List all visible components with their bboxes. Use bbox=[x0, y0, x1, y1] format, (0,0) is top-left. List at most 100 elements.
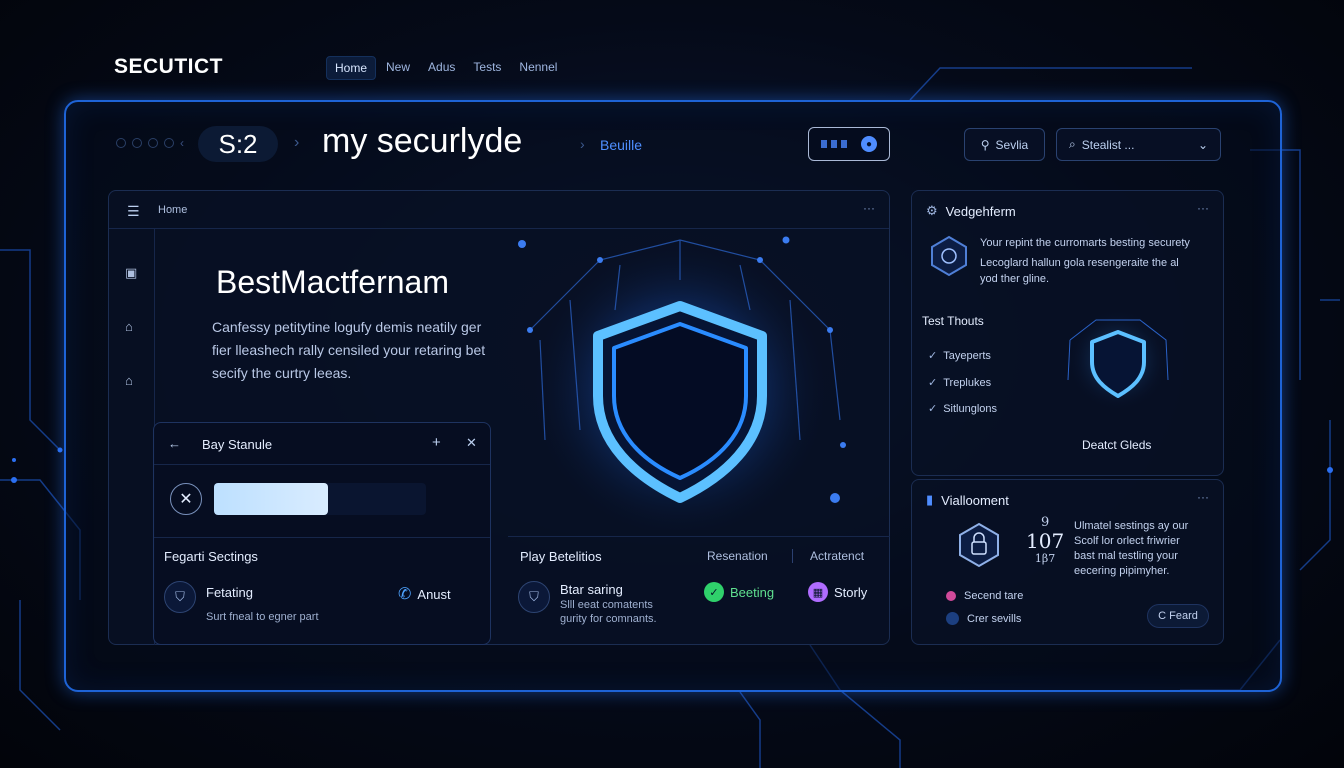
nav-item-tests[interactable]: Tests bbox=[465, 56, 509, 80]
nav-item-adus[interactable]: Adus bbox=[420, 56, 463, 80]
chevron-right-icon: › bbox=[580, 136, 585, 152]
sub-card: ← Bay Stanule + ✕ ✕ bbox=[153, 422, 491, 645]
side-rail: ▣ ⌂ ⌂ bbox=[109, 229, 155, 645]
right-panel-text: yod ther gline. bbox=[980, 273, 1050, 285]
lock-icon: ⛉ bbox=[164, 581, 196, 613]
counter-pill: S:2 bbox=[198, 126, 278, 162]
toggle-knob-icon: ● bbox=[861, 136, 877, 152]
toggle-bar bbox=[821, 140, 827, 148]
phone-action-label: Anust bbox=[417, 586, 451, 602]
home-icon[interactable]: ⌂ bbox=[125, 373, 133, 388]
legend-dot bbox=[946, 612, 959, 625]
check-item-label: Tayeperts bbox=[943, 349, 991, 362]
progress-input[interactable] bbox=[214, 483, 426, 515]
legend-dot bbox=[946, 591, 956, 601]
chart-icon: ▮ bbox=[926, 492, 934, 507]
toggle-bar bbox=[831, 140, 837, 148]
legend-item: Secend tare bbox=[946, 590, 1023, 602]
right-panel-header: ⚙ Vedgehferm bbox=[926, 203, 1016, 219]
clear-button[interactable]: ✕ bbox=[170, 483, 202, 515]
chevron-left-icon[interactable]: ‹ bbox=[180, 136, 184, 150]
nav-item-home[interactable]: Home bbox=[326, 56, 377, 80]
stat-top: 9 bbox=[1040, 515, 1050, 530]
lock-icon: ⛉ bbox=[518, 581, 550, 613]
stat-column: 9 107 1β7 bbox=[1026, 515, 1064, 565]
check-icon: ✓ bbox=[928, 403, 938, 415]
sub-card-header: ← Bay Stanule + ✕ bbox=[154, 423, 490, 465]
check-item-label: Treplukes bbox=[943, 376, 992, 389]
check-item[interactable]: ✓ Treplukes bbox=[928, 376, 992, 390]
tab-resenation[interactable]: Resenation bbox=[707, 549, 768, 563]
nav-item-nennel[interactable]: Nennel bbox=[511, 56, 565, 80]
window-dot[interactable] bbox=[148, 138, 158, 148]
search-icon: ⌕ bbox=[1069, 137, 1076, 151]
phone-action[interactable]: ✆ Anust bbox=[398, 584, 451, 604]
stat-main: 107 bbox=[1026, 529, 1065, 553]
row-title: Fetating bbox=[206, 585, 253, 600]
main-panel-header-label: Home bbox=[158, 204, 188, 216]
secondary-button[interactable]: ⚲ Sevlia bbox=[964, 128, 1045, 161]
right-panel-header: ▮ Viallooment bbox=[926, 492, 1009, 508]
row-subtitle: gurity for comnants. bbox=[560, 613, 657, 625]
section-label: Play Betelitios bbox=[520, 549, 602, 564]
beeting-action[interactable]: ✓ Beeting bbox=[704, 582, 774, 602]
mini-shield-icon bbox=[1067, 310, 1169, 410]
feard-button[interactable]: C Feard bbox=[1147, 604, 1209, 628]
row-subtitle: Surt fneal to egner part bbox=[206, 611, 319, 623]
toggle-switch[interactable]: ● bbox=[808, 127, 890, 161]
nav-item-new[interactable]: New bbox=[378, 56, 418, 80]
right-panel-text: bast mal testling your bbox=[1074, 550, 1178, 562]
row-subtitle: Slll eeat comatents bbox=[560, 599, 653, 611]
key-icon: ⚲ bbox=[980, 137, 990, 152]
calendar-icon[interactable]: ▣ bbox=[125, 265, 137, 281]
hero-title: BestMactfernam bbox=[216, 264, 449, 300]
hero-description: Canfessy petitytine logufy demis neatily… bbox=[212, 319, 486, 381]
more-icon[interactable]: ··· bbox=[1197, 201, 1209, 215]
right-panel-title: Viallooment bbox=[941, 492, 1009, 508]
check-icon: ✓ bbox=[928, 350, 938, 362]
window-controls: ‹ bbox=[116, 136, 184, 150]
chevron-right-icon: › bbox=[294, 134, 300, 151]
storly-action[interactable]: ▦ Storly bbox=[808, 582, 867, 602]
plus-icon[interactable]: + bbox=[432, 434, 441, 451]
breadcrumb-sub[interactable]: Beuille bbox=[600, 137, 642, 153]
progress-fill bbox=[214, 483, 328, 515]
lock-badge-icon bbox=[959, 522, 999, 568]
stat-bottom: 1β7 bbox=[1034, 552, 1056, 565]
right-panel-text: Scolf lor orlect friwrier bbox=[1074, 535, 1180, 547]
close-icon[interactable]: ✕ bbox=[466, 435, 477, 451]
right-panel-text: eecering pipimyher. bbox=[1074, 565, 1170, 577]
divider bbox=[154, 537, 490, 538]
arrow-left-icon[interactable]: ← bbox=[168, 436, 181, 451]
row-title: Btar saring bbox=[560, 582, 623, 597]
divider bbox=[792, 549, 793, 563]
search-select[interactable]: ⌕ Stealist ... ⌄ bbox=[1056, 128, 1221, 161]
top-navigation: Home New Adus Tests Nennel bbox=[326, 56, 565, 80]
window-dot[interactable] bbox=[116, 138, 126, 148]
window-dot[interactable] bbox=[164, 138, 174, 148]
right-panel-title: Vedgehferm bbox=[945, 203, 1016, 219]
folder-icon[interactable]: ⌂ bbox=[125, 319, 133, 334]
check-item[interactable]: ✓ Sitlunglons bbox=[928, 402, 997, 416]
shield-illustration bbox=[518, 236, 846, 530]
more-icon[interactable]: ··· bbox=[1197, 490, 1209, 504]
more-icon[interactable]: ··· bbox=[863, 201, 875, 215]
storly-action-label: Storly bbox=[834, 584, 868, 600]
menu-icon[interactable]: ☰ bbox=[127, 203, 140, 220]
secondary-button-label: Sevlia bbox=[995, 137, 1029, 152]
section-label: Test Thouts bbox=[922, 314, 984, 328]
chevron-down-icon: ⌄ bbox=[1197, 137, 1208, 152]
section-label: Fegarti Sectings bbox=[164, 549, 258, 564]
check-item[interactable]: ✓ Tayeperts bbox=[928, 349, 991, 363]
gear-icon: ⚙ bbox=[926, 203, 938, 218]
window-dot[interactable] bbox=[132, 138, 142, 148]
shield-badge-icon bbox=[931, 235, 967, 277]
grid-icon: ▦ bbox=[808, 582, 828, 602]
search-select-value: Stealist ... bbox=[1081, 137, 1135, 152]
legend-label: Crer sevills bbox=[967, 612, 1022, 625]
mini-shield-label: Deatct Gleds bbox=[1082, 438, 1152, 452]
tab-actratenct[interactable]: Actratenct bbox=[810, 549, 864, 563]
legend-label: Secend tare bbox=[964, 590, 1024, 602]
legend-item: Crer sevills bbox=[946, 612, 1021, 625]
phone-icon: ✆ bbox=[398, 586, 412, 603]
